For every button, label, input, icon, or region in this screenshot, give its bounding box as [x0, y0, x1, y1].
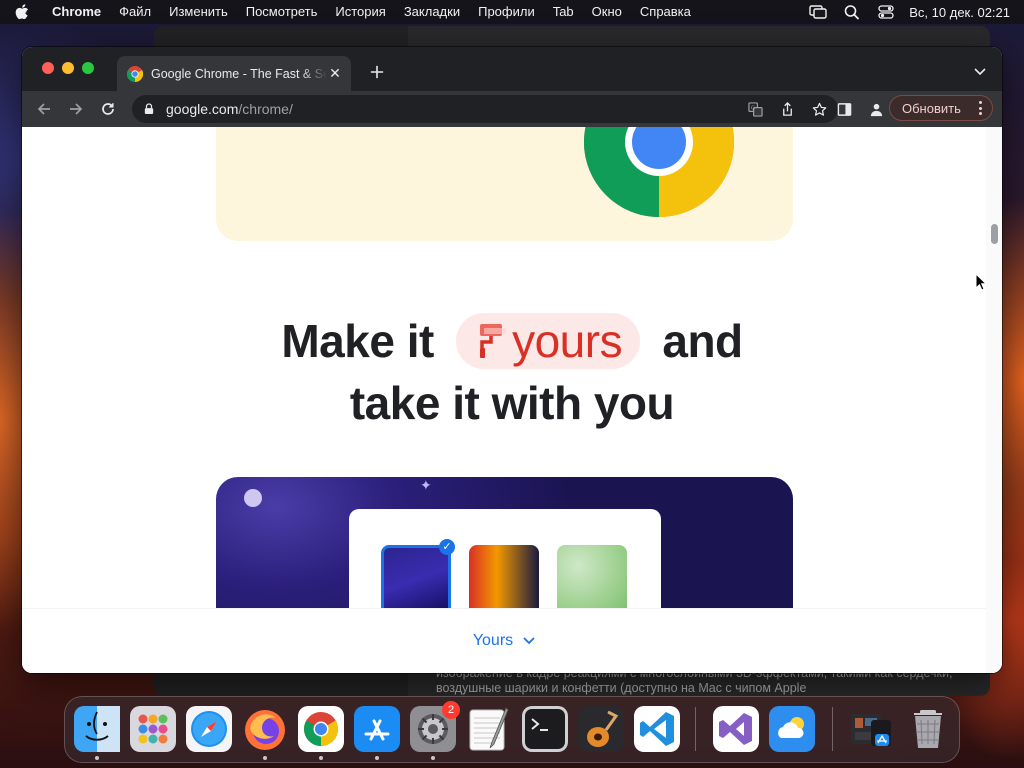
translate-icon[interactable]: G	[744, 98, 766, 120]
visual-studio-icon[interactable]	[713, 706, 759, 752]
headline: Make it yours and take it with you	[22, 311, 1002, 433]
svg-text:G: G	[750, 105, 754, 111]
moon-decoration	[244, 489, 262, 507]
chrome-logo-icon	[584, 127, 734, 217]
safari-icon[interactable]	[186, 706, 232, 752]
lock-icon[interactable]	[142, 102, 156, 116]
update-button-label: Обновить	[902, 100, 961, 116]
more-menu-icon[interactable]	[976, 100, 984, 116]
menu-view[interactable]: Посмотреть	[237, 0, 327, 24]
vscode-icon[interactable]	[634, 706, 680, 752]
dock-separator	[832, 707, 833, 751]
tab-title: Google Chrome - The Fast & Secure	[151, 66, 327, 81]
tab-search-button[interactable]	[972, 64, 988, 80]
url-text: google.com/chrome/	[166, 101, 293, 117]
tab-close-icon[interactable]: ✕	[327, 65, 343, 82]
tab-active[interactable]: Google Chrome - The Fast & Secure ✕	[117, 56, 351, 91]
app-store-icon[interactable]	[354, 706, 400, 752]
headline-after: and	[662, 315, 743, 367]
menu-app-name[interactable]: Chrome	[44, 0, 110, 24]
menu-history[interactable]: История	[326, 0, 394, 24]
hero-card	[216, 127, 793, 241]
theme-swatch-portrait[interactable]	[469, 545, 539, 615]
theme-swatch-green[interactable]	[557, 545, 627, 615]
update-chrome-button[interactable]: Обновить	[889, 95, 993, 121]
menu-window[interactable]: Окно	[583, 0, 631, 24]
launchpad-icon[interactable]	[130, 706, 176, 752]
headline-before: Make it	[281, 315, 434, 367]
dock-separator	[695, 707, 696, 751]
page-scrollbar[interactable]	[986, 127, 1002, 673]
chrome-window: Google Chrome - The Fast & Secure ✕ goog…	[22, 47, 1002, 673]
url-path: /chrome/	[238, 101, 293, 117]
downloads-stack-icon[interactable]	[849, 706, 895, 752]
theme-swatch-night[interactable]	[381, 545, 451, 615]
chrome-favicon-icon	[127, 65, 143, 82]
section-nav-label[interactable]: Yours	[473, 632, 513, 650]
zoom-window-button[interactable]	[82, 62, 94, 74]
trash-icon[interactable]	[905, 706, 951, 752]
garageband-icon[interactable]	[578, 706, 624, 752]
arrow-left-icon	[37, 103, 50, 115]
checkmark-icon: ✓	[439, 539, 455, 555]
arrow-right-icon	[70, 103, 83, 115]
profile-avatar-icon[interactable]	[860, 95, 892, 123]
reload-button[interactable]	[92, 95, 124, 123]
web-page: Make it yours and take it with you ✦ ✓ Y…	[22, 127, 1002, 673]
reload-icon	[102, 103, 114, 115]
tab-strip: Google Chrome - The Fast & Secure ✕	[22, 47, 1002, 91]
paint-roller-icon	[480, 323, 507, 358]
menu-profiles[interactable]: Профили	[469, 0, 544, 24]
star-decoration: ✦	[420, 477, 432, 493]
themes-promo-image: ✦ ✓	[216, 477, 793, 627]
minimize-window-button[interactable]	[62, 62, 74, 74]
chrome-icon[interactable]	[298, 706, 344, 752]
control-center-icon[interactable]	[869, 0, 903, 24]
browser-toolbar: google.com/chrome/ G Обновить	[22, 91, 1002, 127]
terminal-icon[interactable]	[522, 706, 568, 752]
window-controls	[42, 62, 94, 74]
plus-icon	[370, 65, 384, 79]
menu-file[interactable]: Файл	[110, 0, 160, 24]
close-window-button[interactable]	[42, 62, 54, 74]
headline-line-2: take it with you	[349, 376, 675, 429]
firefox-icon[interactable]	[242, 706, 288, 752]
headline-pill-text: yours	[512, 314, 623, 367]
apple-menu-icon[interactable]	[0, 4, 44, 20]
menu-tab[interactable]: Tab	[544, 0, 583, 24]
menu-bar: Chrome Файл Изменить Посмотреть История …	[0, 0, 1024, 24]
screen-mirroring-icon[interactable]	[801, 0, 835, 24]
url-host: google.com	[166, 101, 239, 117]
menu-help[interactable]: Справка	[631, 0, 700, 24]
dock: 2	[64, 696, 960, 763]
finder-icon[interactable]	[74, 706, 120, 752]
menu-edit[interactable]: Изменить	[160, 0, 237, 24]
yours-pill: yours	[456, 312, 641, 369]
headline-line-1: Make it yours and	[22, 311, 1002, 373]
side-panel-icon[interactable]	[828, 95, 860, 123]
mouse-pointer-icon	[975, 273, 987, 291]
weather-icon[interactable]	[769, 706, 815, 752]
section-nav-bar: Yours	[22, 608, 986, 673]
notification-badge: 2	[442, 701, 460, 719]
forward-button[interactable]	[60, 95, 92, 123]
chevron-down-icon[interactable]	[523, 637, 535, 645]
menubar-clock[interactable]: Вс, 10 дек. 02:21	[903, 5, 1024, 20]
back-button[interactable]	[28, 95, 60, 123]
scrollbar-thumb[interactable]	[991, 224, 998, 244]
new-tab-button[interactable]	[367, 62, 387, 82]
bookmark-star-icon[interactable]	[808, 98, 830, 120]
address-bar[interactable]: google.com/chrome/ G	[132, 95, 838, 123]
chevron-down-icon	[974, 68, 986, 76]
share-icon[interactable]	[776, 98, 798, 120]
textedit-icon[interactable]	[466, 706, 512, 752]
spotlight-search-icon[interactable]	[835, 0, 869, 24]
menu-bookmarks[interactable]: Закладки	[395, 0, 469, 24]
